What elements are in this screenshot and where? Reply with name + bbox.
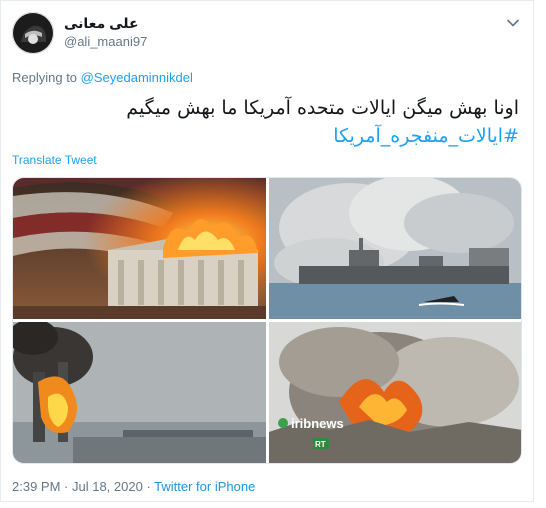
rt-badge: RT — [315, 440, 326, 449]
photo-ship-smoke[interactable] — [269, 178, 521, 319]
reply-to-handle-link[interactable]: @Seyedaminnikdel — [81, 70, 193, 85]
hashtag-link[interactable]: #ایالات_منفجره_آمریکا — [19, 122, 519, 150]
display-name[interactable]: علی معانی — [64, 15, 139, 32]
photo-forest-fire[interactable]: iribnews RT — [269, 322, 521, 463]
chevron-down-icon[interactable] — [506, 16, 520, 30]
photo-refinery-fire[interactable] — [13, 322, 266, 463]
avatar[interactable] — [12, 12, 54, 54]
iribnews-watermark: iribnews — [291, 416, 344, 431]
tweet-source-link[interactable]: Twitter for iPhone — [154, 479, 255, 494]
footer-separator: · — [142, 479, 155, 494]
replying-prefix: Replying to — [12, 70, 81, 85]
photo-white-house-fire[interactable] — [13, 178, 266, 319]
user-handle[interactable]: @ali_maani97 — [64, 34, 147, 49]
media-grid: iribnews RT — [12, 177, 522, 464]
tweet-footer: 2:39 PM · Jul 18, 2020 · Twitter for iPh… — [12, 479, 255, 494]
tweet-text-line: اونا بهش میگن ایالات متحده آمریکا ما بهش… — [126, 97, 519, 119]
tweet-time[interactable]: 2:39 PM — [12, 479, 60, 494]
tweet-date[interactable]: Jul 18, 2020 — [72, 479, 143, 494]
translate-tweet-link[interactable]: Translate Tweet — [12, 153, 97, 167]
replying-to: Replying to @Seyedaminnikdel — [12, 70, 193, 85]
tweet-text: اونا بهش میگن ایالات متحده آمریکا ما بهش… — [19, 94, 519, 150]
tweet-header: علی معانی @ali_maani97 — [12, 12, 524, 56]
footer-separator: · — [60, 479, 72, 494]
tweet-card: علی معانی @ali_maani97 Replying to @Seye… — [0, 0, 534, 502]
